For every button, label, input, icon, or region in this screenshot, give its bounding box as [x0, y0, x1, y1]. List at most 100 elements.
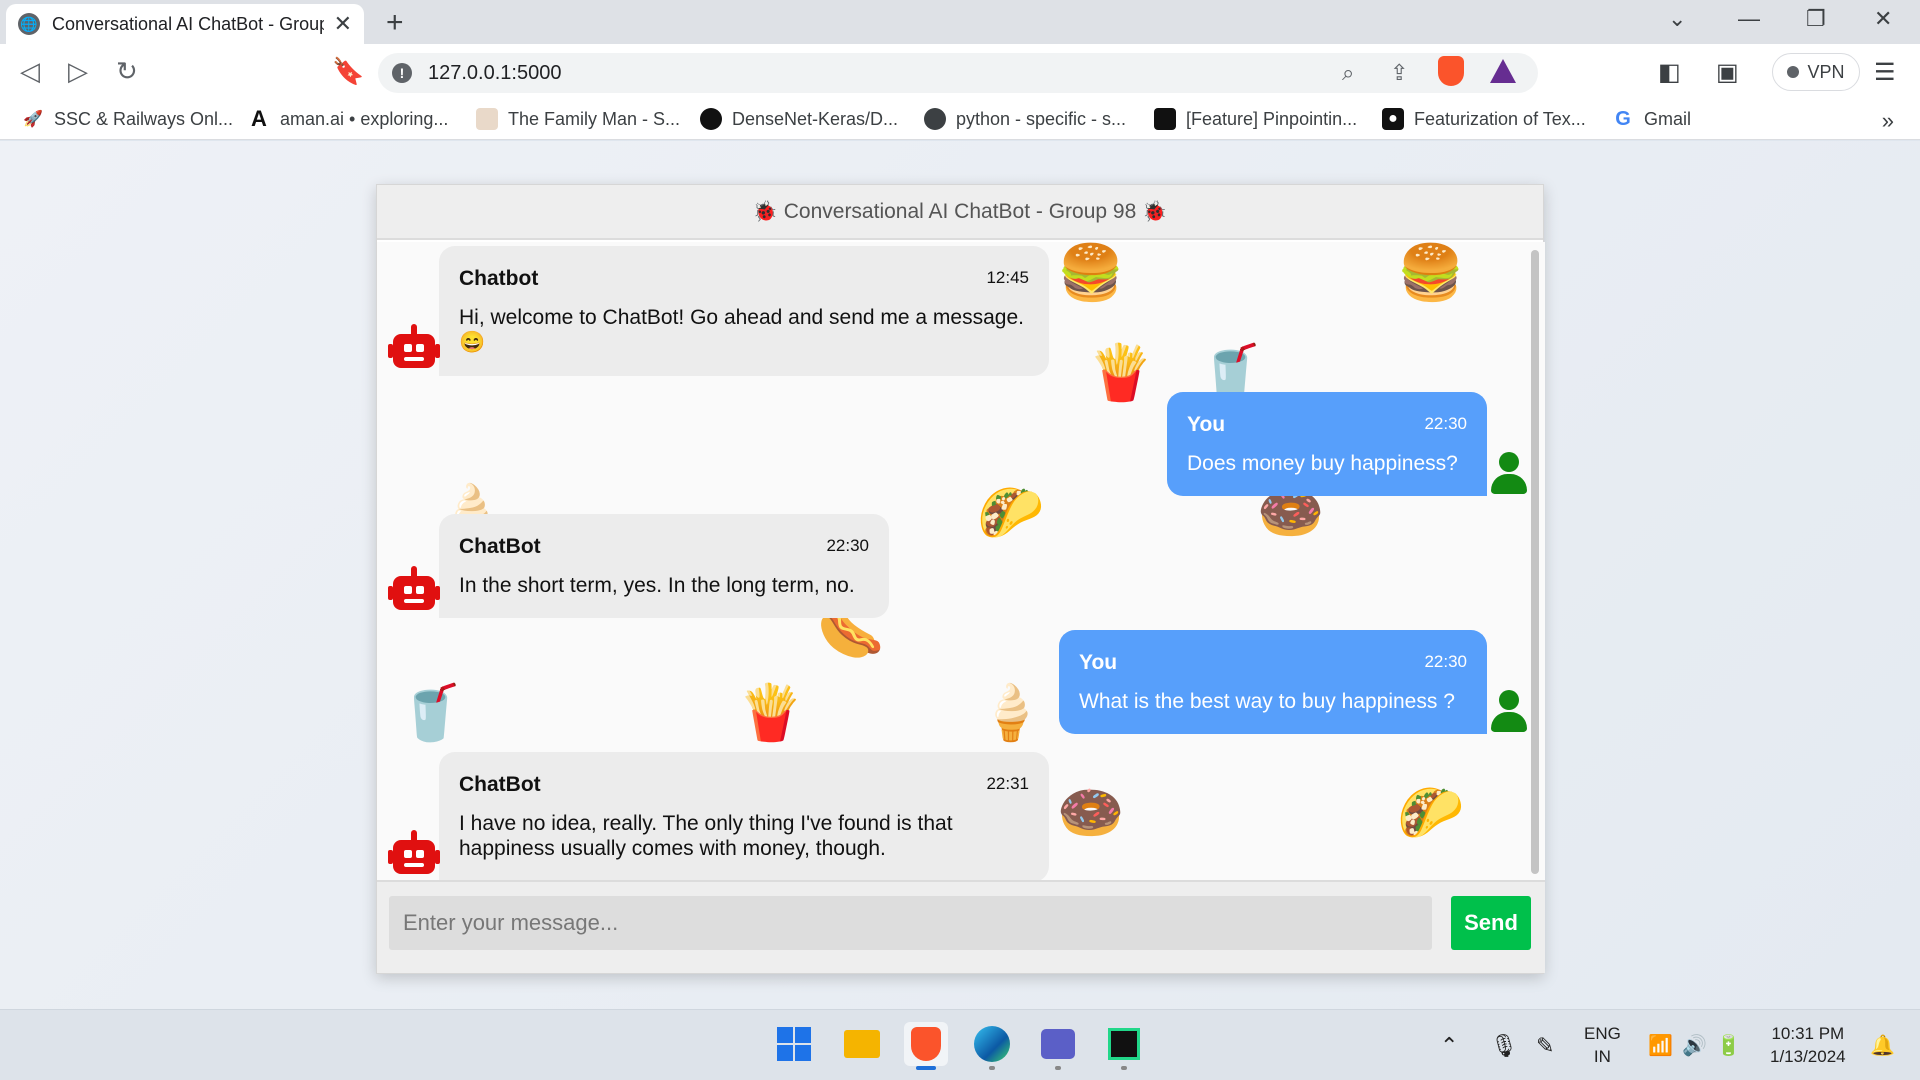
back-icon[interactable]: ◁	[20, 56, 40, 87]
notification-icon[interactable]: 🔔	[1870, 1010, 1895, 1080]
message-time: 22:30	[1424, 652, 1467, 672]
fries-pattern-icon: 🍟	[1087, 343, 1155, 403]
message-time: 22:30	[826, 536, 869, 556]
chat-window: 🐞 Conversational AI ChatBot - Group 98 🐞…	[376, 184, 1545, 974]
wifi-icon[interactable]: 📶	[1648, 1010, 1673, 1080]
menu-icon[interactable]: ☰	[1874, 58, 1896, 87]
close-window-icon[interactable]: ✕	[1874, 6, 1892, 32]
globe-icon	[924, 108, 946, 130]
chat-input-area: Send	[377, 880, 1545, 973]
message-time: 22:30	[1424, 414, 1467, 434]
browser-tab-bar: 🌐 Conversational AI ChatBot - Group 98 ✕…	[0, 0, 1920, 44]
bookmark-item[interactable]: 🚀 SSC & Railways Onl...	[22, 108, 233, 130]
message-bubble: You 22:30 What is the best way to buy ha…	[1059, 630, 1487, 735]
user-icon	[1487, 690, 1531, 734]
brave-shields-icon[interactable]	[1438, 56, 1464, 86]
bookmark-label: DenseNet-Keras/D...	[732, 108, 899, 129]
robot-icon	[387, 322, 441, 376]
chat-header: 🐞 Conversational AI ChatBot - Group 98 🐞	[377, 185, 1543, 240]
bookmark-item[interactable]: [Feature] Pinpointin...	[1154, 108, 1357, 130]
message-bubble: ChatBot 22:30 In the short term, yes. In…	[439, 514, 889, 619]
fries-pattern-icon: 🍟	[737, 683, 805, 743]
message-text: Hi, welcome to ChatBot! Go ahead and sen…	[459, 306, 1024, 355]
chat-title: Conversational AI ChatBot - Group 98	[783, 199, 1137, 223]
tab-title: Conversational AI ChatBot - Group 98	[52, 13, 324, 34]
edge-taskbar-button[interactable]	[970, 1022, 1014, 1070]
send-button[interactable]: Send	[1451, 896, 1531, 950]
message-bubble: Chatbot 12:45 Hi, welcome to ChatBot! Go…	[439, 246, 1049, 376]
pycharm-taskbar-button[interactable]	[1102, 1022, 1146, 1070]
teams-icon	[1041, 1029, 1075, 1059]
url-text: 127.0.0.1:5000	[428, 61, 562, 84]
battery-icon[interactable]: 🔋	[1716, 1010, 1741, 1080]
new-tab-icon[interactable]: +	[386, 6, 404, 40]
browser-tab[interactable]: 🌐 Conversational AI ChatBot - Group 98 ✕	[6, 4, 364, 44]
language-indicator[interactable]: ENG IN	[1584, 1010, 1621, 1080]
more-bookmarks-icon[interactable]: »	[1882, 108, 1894, 134]
pen-icon[interactable]: ✎	[1536, 1010, 1554, 1080]
clock[interactable]: 10:31 PM 1/13/2024	[1770, 1010, 1846, 1080]
taco-pattern-icon: 🌮	[1397, 783, 1465, 843]
pycharm-icon	[1108, 1028, 1140, 1060]
microphone-icon[interactable]: 🎙	[1490, 1010, 1518, 1080]
medium-icon: ●	[1382, 108, 1404, 130]
bot-message: ChatBot 22:30 In the short term, yes. In…	[387, 514, 889, 619]
share-icon[interactable]: ⇪	[1390, 60, 1408, 86]
volume-icon[interactable]: 🔊	[1682, 1010, 1707, 1080]
close-tab-icon[interactable]: ✕	[334, 11, 352, 37]
taskbar: ⌃ 🎙 ✎ ENG IN 📶 🔊 🔋 10:31 PM 1/13/2024 🔔	[0, 1009, 1920, 1080]
zoom-icon[interactable]: ⌕	[1342, 60, 1354, 86]
bookmark-label: SSC & Railways Onl...	[54, 108, 234, 129]
message-bubble: ChatBot 22:31 I have no idea, really. Th…	[439, 752, 1049, 882]
windows-icon	[777, 1027, 811, 1061]
bookmark-label: The Family Man - S...	[508, 108, 681, 129]
bookmark-item[interactable]: DenseNet-Keras/D...	[700, 108, 898, 130]
forward-icon[interactable]: ▷	[68, 56, 88, 87]
bug-icon: 🐞	[1142, 201, 1168, 223]
page-content: 🐞 Conversational AI ChatBot - Group 98 🐞…	[0, 141, 1920, 1009]
bot-message: Chatbot 12:45 Hi, welcome to ChatBot! Go…	[387, 246, 1049, 376]
site-info-icon[interactable]: !	[392, 63, 412, 83]
address-bar[interactable]: ! 127.0.0.1:5000 ⌕ ⇪	[378, 53, 1538, 93]
bookmark-label: [Feature] Pinpointin...	[1186, 108, 1358, 129]
sidebar-icon[interactable]: ◧	[1658, 58, 1681, 87]
reload-icon[interactable]: ↻	[116, 56, 138, 87]
brave-taskbar-button[interactable]	[904, 1022, 948, 1070]
message-text: I have no idea, really. The only thing I…	[459, 812, 953, 861]
teams-taskbar-button[interactable]	[1036, 1022, 1080, 1070]
region-code: IN	[1593, 1046, 1611, 1066]
file-explorer-button[interactable]	[840, 1022, 884, 1066]
tab-search-chevron-icon[interactable]: ⌄	[1668, 6, 1686, 32]
chat-scrollbar[interactable]	[1531, 250, 1539, 874]
browser-toolbar: ◁ ▷ ↻ 🔖 ! 127.0.0.1:5000 ⌕ ⇪ ◧ ▣ VPN ☰	[0, 44, 1920, 100]
bookmark-icon[interactable]: 🔖	[332, 56, 364, 87]
vpn-button[interactable]: VPN	[1772, 53, 1860, 91]
family-man-icon	[476, 108, 498, 130]
bookmark-label: python - specific - s...	[956, 108, 1127, 129]
burger-pattern-icon: 🍔	[1057, 243, 1125, 303]
donut-pattern-icon: 🍩	[1057, 783, 1125, 843]
bookmarks-bar: 🚀 SSC & Railways Onl... A aman.ai • expl…	[0, 100, 1920, 140]
bookmark-item[interactable]: python - specific - s...	[924, 108, 1126, 130]
message-text: Does money buy happiness?	[1187, 452, 1458, 476]
chat-messages[interactable]: 🍔 🍔 🍟 🥤 🍦 🌮 🍩 🌭 🥤 🍟 🍦 🍩 🌮 Chatbot 12:45 …	[377, 242, 1545, 882]
burger-pattern-icon: 🍔	[1397, 243, 1465, 303]
bookmark-item[interactable]: G Gmail	[1612, 108, 1691, 130]
folder-icon	[844, 1030, 880, 1058]
bookmark-label: Featurization of Tex...	[1414, 108, 1586, 129]
show-hidden-icons[interactable]: ⌃	[1440, 1010, 1458, 1080]
github-icon	[700, 108, 722, 130]
bookmark-item[interactable]: A aman.ai • exploring...	[248, 106, 448, 131]
language-code: ENG	[1584, 1024, 1621, 1044]
message-input[interactable]	[389, 896, 1432, 950]
taco-pattern-icon: 🌮	[977, 483, 1045, 543]
brave-rewards-icon[interactable]	[1490, 59, 1516, 83]
bookmark-item[interactable]: The Family Man - S...	[476, 108, 680, 130]
edge-icon	[974, 1026, 1010, 1062]
bookmark-item[interactable]: ● Featurization of Tex...	[1382, 108, 1586, 130]
restore-icon[interactable]: ❐	[1806, 6, 1826, 32]
start-button[interactable]	[772, 1022, 816, 1066]
minimize-icon[interactable]: —	[1738, 6, 1760, 32]
wallet-icon[interactable]: ▣	[1716, 58, 1739, 87]
message-bubble: You 22:30 Does money buy happiness?	[1167, 392, 1487, 497]
